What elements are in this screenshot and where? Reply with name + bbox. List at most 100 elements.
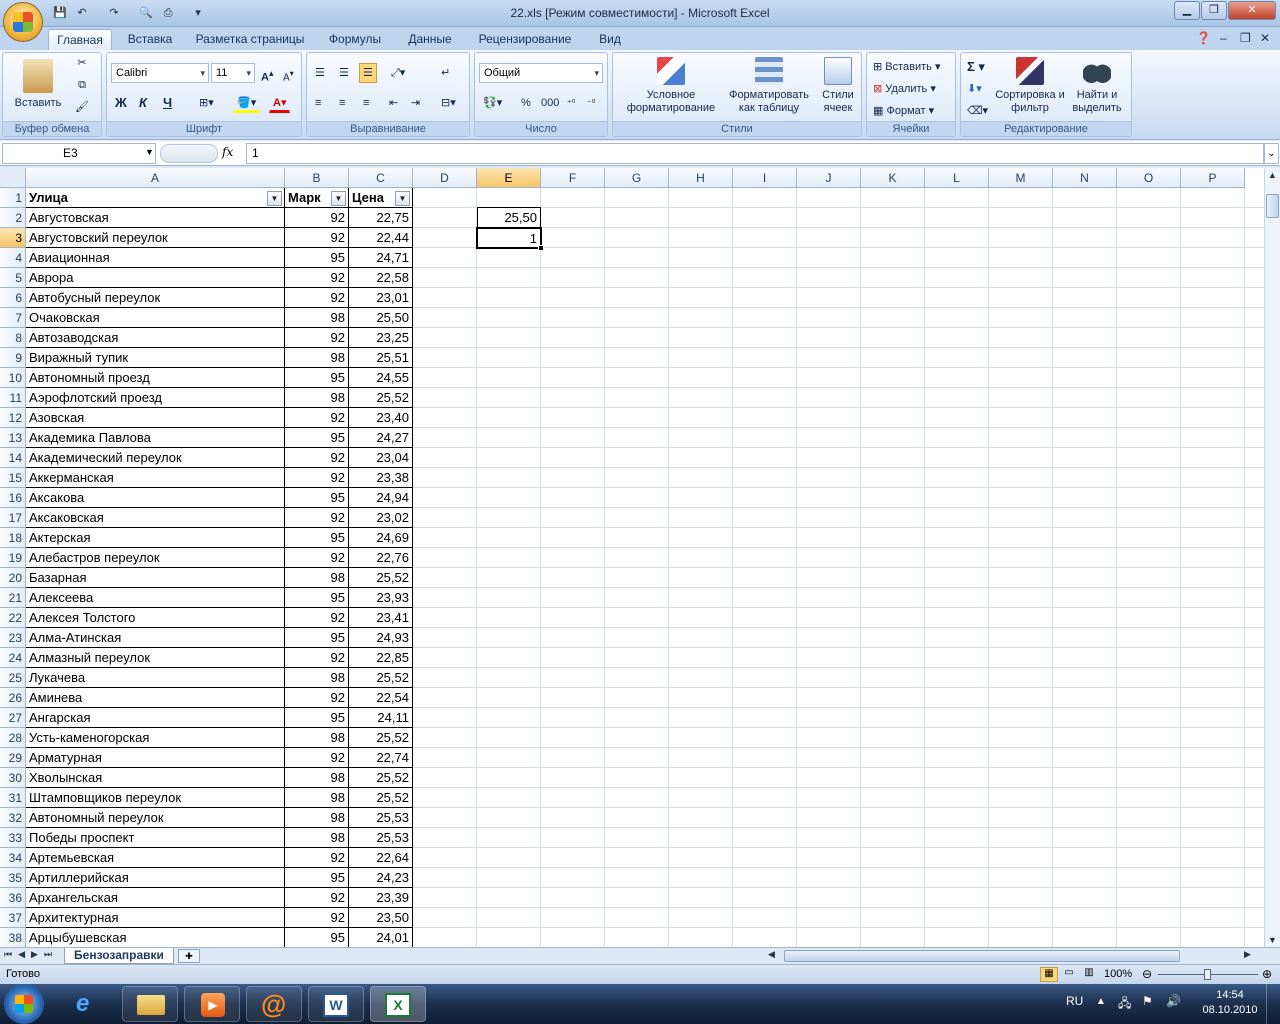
cell-brand[interactable]: 95 [285,628,349,648]
cell-street[interactable]: Арцыбушевская [26,928,285,947]
cell-price[interactable]: 22,54 [349,688,413,708]
zoom-slider-thumb[interactable] [1204,969,1211,980]
cell-price[interactable]: 23,04 [349,448,413,468]
merge-center-icon[interactable]: ⊟▾ [437,93,460,113]
cell-brand[interactable]: 92 [285,268,349,288]
cell-street[interactable]: Аккерманская [26,468,285,488]
cell-price[interactable]: 24,55 [349,368,413,388]
row-header[interactable]: 24 [0,648,26,668]
help-icon[interactable]: ❓ [1196,31,1211,45]
delete-cells-button[interactable]: ⊠ Удалить ▾ [869,79,940,99]
page-break-view-icon[interactable]: ▥ [1080,967,1098,982]
find-select-button[interactable]: Найти и выделить [1065,57,1129,115]
cell-brand[interactable]: 95 [285,248,349,268]
row-header[interactable]: 15 [0,468,26,488]
column-header-o[interactable]: O [1117,168,1181,188]
cell-street[interactable]: Алебастров переулок [26,548,285,568]
taskbar-excel[interactable]: X [370,986,426,1022]
column-header-l[interactable]: L [925,168,989,188]
start-button[interactable] [4,984,44,1024]
cell-brand[interactable]: 98 [285,808,349,828]
column-header-n[interactable]: N [1053,168,1117,188]
cell-brand[interactable]: 98 [285,768,349,788]
cell-price[interactable]: 25,51 [349,348,413,368]
increase-decimal-icon[interactable]: ⁺⁰ [563,93,579,113]
cell-street[interactable]: Августовская [26,208,285,228]
horizontal-scroll-thumb[interactable] [784,950,1180,962]
cell-brand[interactable]: 98 [285,828,349,848]
sort-filter-button[interactable]: Сортировка и фильтр [995,57,1065,115]
cell-street[interactable]: Артемьевская [26,848,285,868]
decrease-decimal-icon[interactable]: ⁻⁰ [583,93,599,113]
cell-price[interactable]: 23,39 [349,888,413,908]
row-header[interactable]: 25 [0,668,26,688]
workbook-close-icon[interactable]: ✕ [1260,31,1270,45]
row-header[interactable]: 33 [0,828,26,848]
cell-brand[interactable]: 98 [285,668,349,688]
insert-sheet-icon[interactable]: ✚ [178,949,200,963]
format-cells-button[interactable]: ▦ Формат ▾ [869,101,938,121]
cell-street[interactable]: Усть-каменогорская [26,728,285,748]
scroll-left-icon[interactable]: ◀ [768,949,782,963]
tab-data[interactable]: Данные [400,29,460,50]
cell-price[interactable]: 23,38 [349,468,413,488]
vertical-scrollbar[interactable]: ▲ ▼ [1264,168,1280,947]
clock[interactable]: 14:54 08.10.2010 [1200,988,1260,1018]
network-icon[interactable]: 🖧 [1118,994,1131,1015]
cell-price[interactable]: 23,02 [349,508,413,528]
cell-price[interactable]: 23,40 [349,408,413,428]
cell-price[interactable]: 24,23 [349,868,413,888]
fill-handle[interactable] [538,245,544,251]
cell-brand[interactable]: 92 [285,608,349,628]
row-header[interactable]: 13 [0,428,26,448]
cell-brand[interactable]: 95 [285,428,349,448]
vertical-scroll-thumb[interactable] [1266,194,1279,218]
cell-price[interactable]: 25,52 [349,728,413,748]
number-format-combo[interactable]: Общий [479,63,603,83]
cell-street[interactable]: Аврора [26,268,285,288]
zoom-in-icon[interactable]: ⊕ [1262,967,1272,981]
clear-icon[interactable]: ⌫▾ [963,101,992,121]
filter-dropdown-icon[interactable]: ▼ [267,191,282,206]
cell-price[interactable]: 24,27 [349,428,413,448]
align-center-icon[interactable]: ≡ [335,93,349,113]
cell-price[interactable]: 22,64 [349,848,413,868]
row-header[interactable]: 2 [0,208,26,228]
row-header[interactable]: 22 [0,608,26,628]
maximize-button[interactable]: ❐ [1201,1,1227,20]
format-as-table-button[interactable]: Форматировать как таблицу [725,57,813,115]
decrease-indent-icon[interactable]: ⇤ [385,93,402,113]
column-header-j[interactable]: J [797,168,861,188]
row-header[interactable]: 4 [0,248,26,268]
cell-price[interactable]: 24,69 [349,528,413,548]
cell-street[interactable]: Аксаковская [26,508,285,528]
cell-brand[interactable]: 92 [285,748,349,768]
autosum-button[interactable]: Σ ▾ [963,57,989,77]
cell-price[interactable]: 22,75 [349,208,413,228]
zoom-out-icon[interactable]: ⊖ [1142,967,1152,981]
cell-street[interactable]: Автобусный переулок [26,288,285,308]
row-header[interactable]: 10 [0,368,26,388]
cell-brand[interactable]: 95 [285,368,349,388]
header-cell-price[interactable]: Цена ▼ [349,188,413,208]
cell-brand[interactable]: 92 [285,448,349,468]
cell-brand[interactable]: 98 [285,728,349,748]
row-header[interactable]: 38 [0,928,26,947]
cell-street[interactable]: Арматурная [26,748,285,768]
cell-brand[interactable]: 95 [285,928,349,947]
header-cell-brand[interactable]: Марк ▼ [285,188,349,208]
cell-brand[interactable]: 92 [285,228,349,248]
column-header-f[interactable]: F [541,168,605,188]
grow-font-icon[interactable]: A▴ [257,63,278,84]
cell-street[interactable]: Лукачева [26,668,285,688]
cell-price[interactable]: 22,85 [349,648,413,668]
tab-insert[interactable]: Вставка [120,29,180,50]
cell-brand[interactable]: 95 [285,868,349,888]
row-header[interactable]: 1 [0,188,26,208]
tab-home[interactable]: Главная [48,29,112,50]
language-indicator[interactable]: RU [1066,994,1083,1008]
italic-button[interactable]: К [135,93,151,113]
cell-price[interactable]: 23,41 [349,608,413,628]
cell-price[interactable]: 22,58 [349,268,413,288]
column-header-p[interactable]: P [1181,168,1245,188]
